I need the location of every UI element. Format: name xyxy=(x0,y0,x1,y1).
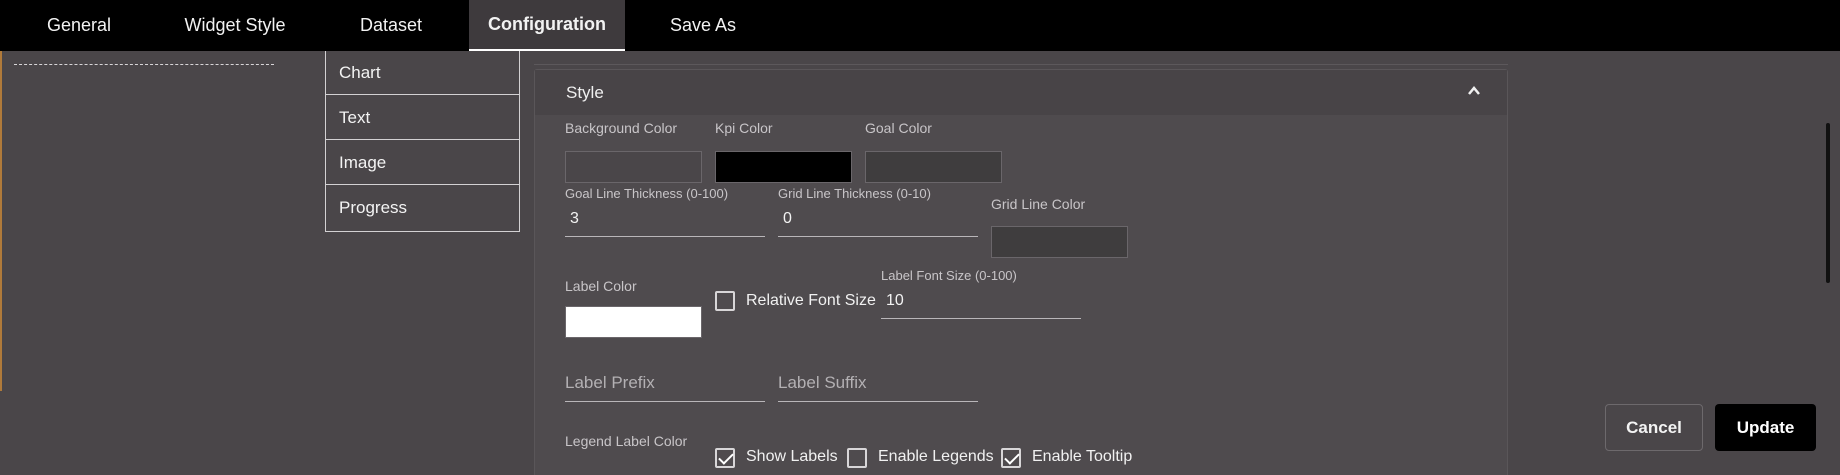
tab-configuration[interactable]: Configuration xyxy=(469,0,625,51)
menu-item-image[interactable]: Image xyxy=(326,141,519,185)
label-color-swatch[interactable] xyxy=(565,306,702,338)
relative-font-size-checkbox[interactable] xyxy=(715,291,735,311)
menu-item-text[interactable]: Text xyxy=(326,96,519,140)
style-panel-title: Style xyxy=(566,83,604,102)
enable-legends-label: Enable Legends xyxy=(878,448,994,465)
show-labels-checkbox[interactable] xyxy=(715,448,735,468)
cancel-button[interactable]: Cancel xyxy=(1605,404,1703,451)
enable-tooltip-label: Enable Tooltip xyxy=(1032,448,1133,465)
menu-item-progress[interactable]: Progress xyxy=(326,186,519,230)
menu-item-chart[interactable]: Chart xyxy=(326,51,519,95)
label-font-size-label: Label Font Size (0-100) xyxy=(881,268,1017,283)
tab-widget-style[interactable]: Widget Style xyxy=(165,0,305,51)
dashed-divider xyxy=(14,64,274,65)
background-color-swatch[interactable] xyxy=(565,151,702,183)
goal-color-swatch[interactable] xyxy=(865,151,1002,183)
left-edge-accent xyxy=(0,51,2,391)
grid-line-thickness-label: Grid Line Thickness (0-10) xyxy=(778,186,931,201)
legend-label-color-label: Legend Label Color xyxy=(565,433,688,449)
style-panel: Style Background Color Kpi Color Goal Co… xyxy=(534,69,1508,475)
top-tab-bar: General Widget Style Dataset Configurati… xyxy=(0,0,1840,51)
tab-general[interactable]: General xyxy=(25,0,133,51)
label-font-size-input[interactable]: 10 xyxy=(881,287,1081,319)
relative-font-size-label: Relative Font Size xyxy=(746,292,876,309)
enable-tooltip-checkbox[interactable] xyxy=(1001,448,1021,468)
tab-dataset[interactable]: Dataset xyxy=(338,0,444,51)
label-color-label: Label Color xyxy=(565,278,637,294)
show-labels-label: Show Labels xyxy=(746,448,838,465)
tab-save-as[interactable]: Save As xyxy=(655,0,751,51)
grid-line-color-swatch[interactable] xyxy=(991,226,1128,258)
goal-line-thickness-label: Goal Line Thickness (0-100) xyxy=(565,186,729,201)
kpi-color-label: Kpi Color xyxy=(715,120,773,136)
background-color-label: Background Color xyxy=(565,120,678,136)
label-prefix-input[interactable]: Label Prefix xyxy=(565,370,765,402)
goal-line-thickness-input[interactable]: 3 xyxy=(565,205,765,237)
grid-line-color-label: Grid Line Color xyxy=(991,196,1086,212)
update-button[interactable]: Update xyxy=(1715,404,1816,451)
kpi-color-swatch[interactable] xyxy=(715,151,852,183)
label-suffix-input[interactable]: Label Suffix xyxy=(778,370,978,402)
enable-legends-checkbox[interactable] xyxy=(847,448,867,468)
grid-line-thickness-input[interactable]: 0 xyxy=(778,205,978,237)
widget-type-menu: Chart Text Image Progress xyxy=(325,51,520,232)
vertical-scrollbar[interactable] xyxy=(1826,123,1830,283)
panel-divider xyxy=(534,64,1508,65)
chevron-up-icon[interactable] xyxy=(1467,84,1481,98)
goal-color-label: Goal Color xyxy=(865,120,932,136)
style-panel-header[interactable]: Style xyxy=(535,70,1507,115)
